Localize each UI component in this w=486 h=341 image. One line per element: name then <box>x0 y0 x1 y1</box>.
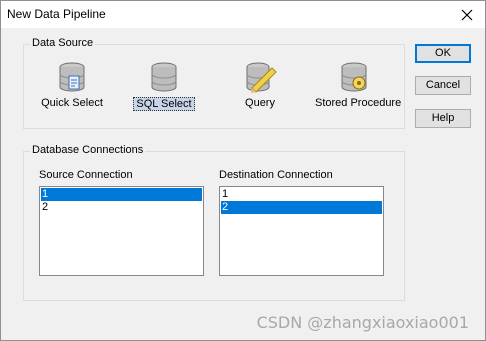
source-connection-label: Source Connection <box>39 169 133 181</box>
list-item[interactable]: 1 <box>221 188 382 201</box>
list-item[interactable]: 1 <box>41 188 202 201</box>
database-connections-group: Database Connections Source Connection 1… <box>23 144 405 301</box>
window-title: New Data Pipeline <box>7 7 106 21</box>
cancel-button[interactable]: Cancel <box>415 76 471 95</box>
database-connections-label: Database Connections <box>30 144 146 156</box>
help-button[interactable]: Help <box>415 109 471 128</box>
new-data-pipeline-dialog: New Data Pipeline Data Source Quick Sele… <box>0 0 486 341</box>
data-source-group: Data Source Quick Select SQL Select Quer… <box>23 37 405 129</box>
quick-select-option[interactable]: Quick Select <box>32 60 112 109</box>
ok-button[interactable]: OK <box>415 44 471 63</box>
sql-select-option[interactable]: SQL Select <box>124 60 204 111</box>
data-source-label: Data Source <box>30 37 96 49</box>
watermark-text: CSDN @zhangxiaoxiao001 <box>256 313 469 332</box>
query-option[interactable]: Query <box>220 60 300 109</box>
close-button[interactable] <box>449 1 485 28</box>
database-icon <box>151 62 177 92</box>
destination-connection-label: Destination Connection <box>219 169 333 181</box>
destination-connection-list[interactable]: 1 2 <box>219 186 384 276</box>
stored-procedure-label: Stored Procedure <box>315 97 402 109</box>
quick-select-label: Quick Select <box>41 97 103 109</box>
source-connection-list[interactable]: 1 2 <box>39 186 204 276</box>
database-form-icon <box>59 62 85 92</box>
sql-select-label: SQL Select <box>133 97 195 111</box>
stored-procedure-icon <box>341 62 367 92</box>
query-pencil-icon <box>246 62 277 93</box>
query-label: Query <box>245 97 275 109</box>
list-item[interactable]: 2 <box>221 201 382 214</box>
close-icon <box>461 9 473 20</box>
title-bar: New Data Pipeline <box>1 1 485 28</box>
list-item[interactable]: 2 <box>41 201 202 214</box>
stored-procedure-option[interactable]: Stored Procedure <box>314 60 401 109</box>
